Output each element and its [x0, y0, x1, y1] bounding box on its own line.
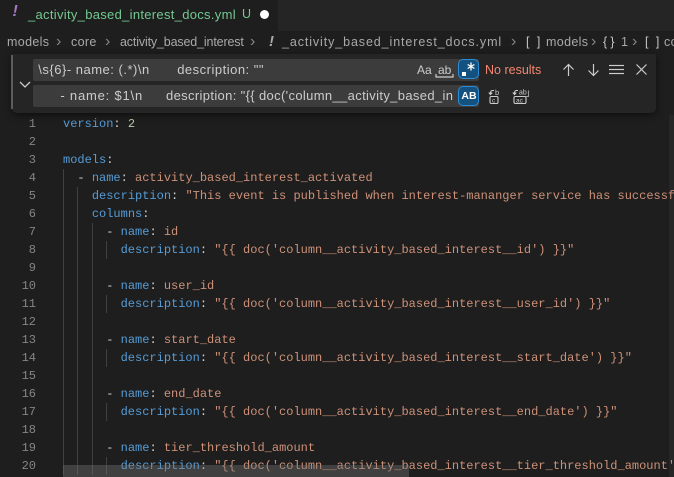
svg-text:ac: ac — [516, 97, 524, 104]
svg-text:b: b — [495, 88, 499, 97]
svg-text:ab: ab — [519, 90, 527, 97]
